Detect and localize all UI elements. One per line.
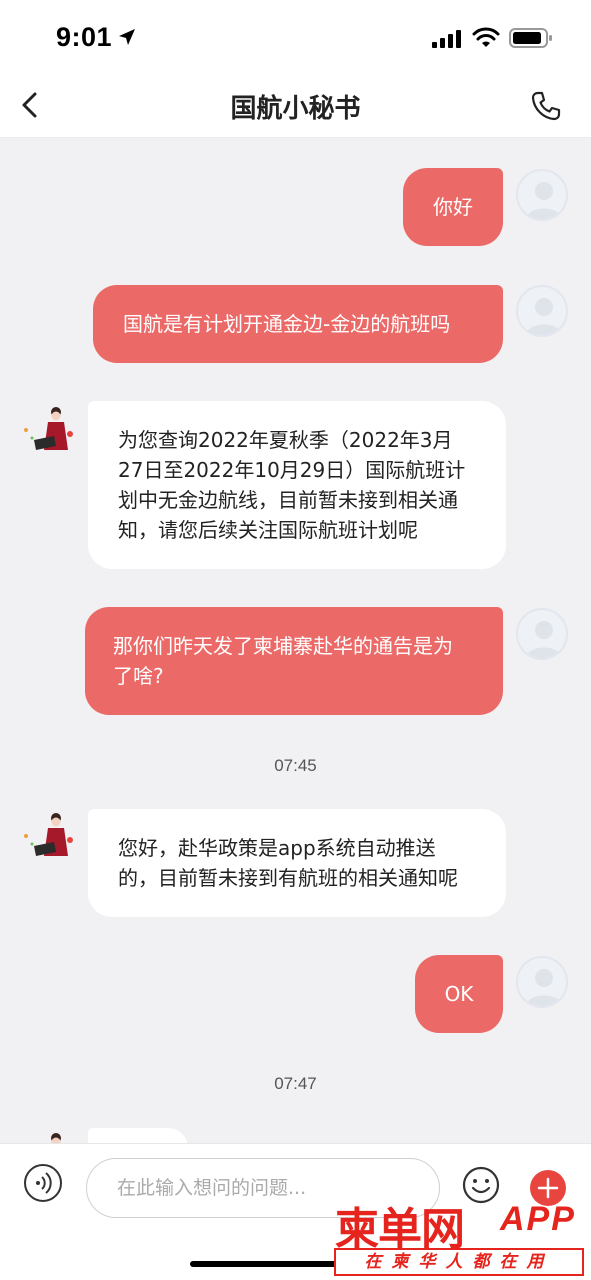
watermark-app-text: APP [500,1200,576,1238]
user-silhouette-icon [526,298,562,335]
message-line: 您好，赴华政策是app系统自动推送 [118,836,436,860]
message-line: 的，目前暂未接到有航班的相关通知呢 [118,866,458,890]
message-line: 划中无金边航线，目前暂未接到相关通 [118,488,458,512]
location-arrow-icon [119,29,135,45]
assistant-avatar[interactable] [20,404,76,460]
page-title: 国航小秘书 [230,94,361,124]
emoji-icon[interactable] [462,1166,500,1204]
message-text: 你好 [433,195,473,219]
voice-input-button[interactable] [24,1164,62,1202]
user-avatar[interactable] [516,608,568,660]
user-message-bubble: 那你们昨天发了柬埔寨赴华的通告是为 了啥? [85,607,503,715]
user-avatar[interactable] [516,956,568,1008]
user-message-bubble: 国航是有计划开通金边-金边的航班吗 [93,285,503,363]
user-silhouette-icon [526,182,562,219]
user-message-bubble: OK [415,955,503,1033]
assistant-avatar[interactable] [20,1130,76,1143]
cellular-signal-icon [432,30,461,48]
user-avatar[interactable] [516,169,568,221]
status-time: 9:01 [56,22,113,52]
assistant-avatar[interactable] [20,810,76,866]
message-timestamp: 07:45 [274,756,317,775]
battery-icon [509,28,552,48]
chat-screen: 9:01 国航小秘书 你好 国航是有计划开通金边-金边的航班吗 为您查询2022… [0,0,591,1280]
nav-bar: 国航小秘书 [0,72,591,138]
watermark-slogan: 在柬华人都在用 [334,1248,584,1276]
message-line: 那你们昨天发了柬埔寨赴华的通告是为 [113,634,453,658]
message-line: 27日至2022年10月29日）国际航班计 [118,458,466,482]
assistant-message-bubble: 为您查询2022年夏秋季（2022年3月 27日至2022年10月29日）国际航… [88,401,506,569]
message-line: 为您查询2022年夏秋季（2022年3月 [118,428,453,452]
user-silhouette-icon [526,621,562,658]
message-line: 知，请您后续关注国际航班计划呢 [118,518,418,542]
assistant-message-bubble-partial [88,1128,188,1143]
status-bar: 9:01 [0,0,591,72]
chat-message-list[interactable]: 你好 国航是有计划开通金边-金边的航班吗 为您查询2022年夏秋季（2022年3… [0,138,591,1143]
message-line: 了啥? [113,664,164,688]
phone-icon[interactable] [530,90,562,122]
user-avatar[interactable] [516,285,568,337]
assistant-message-bubble: 您好，赴华政策是app系统自动推送 的，目前暂未接到有航班的相关通知呢 [88,809,506,917]
wifi-icon [472,27,500,47]
message-text: OK [444,982,474,1006]
message-text: 国航是有计划开通金边-金边的航班吗 [123,312,451,336]
user-message-bubble: 你好 [403,168,503,246]
user-silhouette-icon [526,969,562,1006]
sound-wave-icon [36,1172,52,1194]
message-timestamp: 07:47 [274,1074,317,1093]
